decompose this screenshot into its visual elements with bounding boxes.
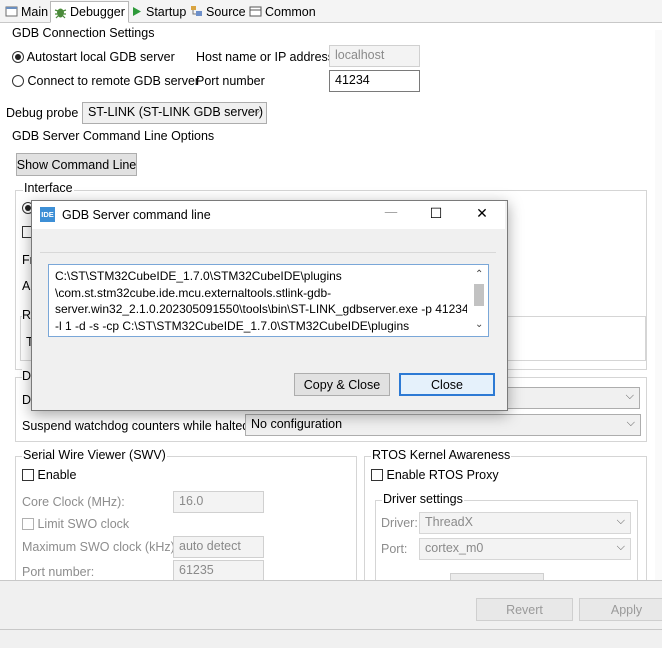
checkbox-icon	[22, 518, 34, 530]
driver-select[interactable]: ThreadX ⌵	[419, 512, 631, 534]
gdb-connection-title: GDB Connection Settings	[12, 26, 155, 40]
driver-label: Driver:	[381, 516, 418, 530]
command-line-text: C:\ST\STM32CubeIDE_1.7.0\STM32CubeIDE\pl…	[55, 268, 467, 334]
ide-icon-text: IDE	[41, 210, 54, 219]
tab-debugger-label: Debugger	[70, 5, 125, 19]
dialog-title-bar: IDE GDB Server command line — ☐ ✕	[32, 201, 505, 229]
swv-port-input[interactable]: 61235	[173, 560, 264, 582]
rtos-enable-checkbox[interactable]: Enable RTOS Proxy	[371, 468, 499, 482]
scroll-up-icon[interactable]: ⌃	[475, 269, 483, 280]
interface-label: Interface	[23, 181, 74, 195]
show-command-line-button[interactable]: Show Command Line	[16, 153, 137, 176]
copy-close-button[interactable]: Copy & Close	[294, 373, 390, 396]
common-tab-icon	[249, 5, 262, 18]
apply-button[interactable]: Apply	[579, 598, 662, 621]
tab-common[interactable]: Common	[246, 2, 319, 21]
driver-value: ThreadX	[425, 515, 473, 529]
scroll-thumb[interactable]	[474, 284, 484, 306]
chevron-down-icon: ⌵	[616, 515, 625, 527]
rtos-enable-label: Enable RTOS Proxy	[386, 468, 499, 482]
tab-source-label: Source	[206, 4, 246, 19]
limit-swo-label: Limit SWO clock	[37, 517, 130, 531]
maximize-icon[interactable]: ☐	[425, 205, 447, 225]
port-label: Port number	[196, 74, 265, 88]
dialog-divider	[40, 252, 496, 253]
bottom-bar: Revert Apply	[0, 580, 662, 648]
hidden-label-r: R	[22, 308, 32, 322]
max-swo-label: Maximum SWO clock (kHz):	[22, 540, 179, 554]
rtos-title: RTOS Kernel Awareness	[371, 448, 512, 462]
autostart-label: Autostart local GDB server	[26, 50, 175, 64]
core-clock-label: Core Clock (MHz):	[22, 495, 125, 509]
port-input[interactable]: 41234	[329, 70, 420, 92]
driver-settings-title: Driver settings	[382, 492, 464, 506]
chevron-down-icon: ⌵	[252, 105, 261, 117]
tab-common-label: Common	[265, 4, 316, 19]
remote-radio[interactable]: Connect to remote GDB server	[12, 74, 199, 88]
hidden-label-d1: D	[22, 369, 32, 383]
autostart-radio[interactable]: Autostart local GDB server	[12, 50, 175, 64]
debug-probe-value: ST-LINK (ST-LINK GDB server)	[88, 105, 264, 119]
dialog-title: GDB Server command line	[62, 208, 211, 222]
watchdog-value: No configuration	[251, 417, 343, 431]
command-line-3: server.win32_2.1.0.202305091550\tools\bi…	[55, 302, 467, 316]
chevron-down-icon: ⌵	[626, 417, 635, 429]
chevron-down-icon: ⌵	[625, 390, 634, 402]
radio-unselected-icon	[12, 75, 24, 87]
watchdog-select[interactable]: No configuration ⌵	[245, 414, 641, 436]
tab-main-label: Main	[21, 4, 49, 19]
server-options-title: GDB Server Command Line Options	[12, 129, 215, 143]
source-tab-icon	[190, 5, 203, 18]
debugger-tab-icon	[54, 6, 67, 19]
tab-bar: Main Debugger Startup Source Common	[0, 0, 662, 23]
vertical-scrollbar[interactable]	[655, 30, 662, 580]
close-icon[interactable]: ✕	[471, 205, 493, 225]
host-label: Host name or IP address	[196, 50, 335, 64]
command-line-2: \com.st.stm32cube.ide.mcu.externaltools.…	[55, 285, 332, 300]
tab-main[interactable]: Main	[2, 2, 51, 21]
debug-probe-select[interactable]: ST-LINK (ST-LINK GDB server) ⌵	[82, 102, 267, 124]
command-line-4: -l 1 -d -s -cp C:\ST\STM32CubeIDE_1.7.0\…	[55, 318, 410, 333]
swv-enable-checkbox[interactable]: Enable	[22, 468, 76, 482]
tab-startup[interactable]: Startup	[127, 2, 189, 21]
rtos-port-select[interactable]: cortex_m0 ⌵	[419, 538, 631, 560]
hidden-label-a: A	[22, 279, 31, 293]
radio-selected-icon	[12, 51, 24, 63]
command-line-textarea[interactable]: C:\ST\STM32CubeIDE_1.7.0\STM32CubeIDE\pl…	[48, 264, 489, 337]
tab-debugger[interactable]: Debugger	[50, 1, 129, 23]
revert-button[interactable]: Revert	[476, 598, 573, 621]
minimize-icon[interactable]: —	[380, 205, 402, 225]
tab-source[interactable]: Source	[187, 2, 249, 21]
debug-probe-label: Debug probe	[6, 106, 79, 120]
host-input[interactable]: localhost	[329, 45, 420, 67]
main-tab-icon	[5, 5, 18, 18]
divider	[0, 629, 662, 630]
tab-startup-label: Startup	[146, 4, 187, 19]
swv-port-label: Port number:	[22, 565, 95, 579]
chevron-down-icon: ⌵	[616, 541, 625, 553]
watchdog-label: Suspend watchdog counters while halted:	[22, 419, 253, 433]
swv-enable-label: Enable	[37, 468, 77, 482]
close-button[interactable]: Close	[399, 373, 495, 396]
remote-label: Connect to remote GDB server	[27, 74, 200, 88]
textarea-scrollbar[interactable]: ⌃ ⌄	[472, 267, 486, 334]
checkbox-icon	[371, 469, 383, 481]
command-line-1: C:\ST\STM32CubeIDE_1.7.0\STM32CubeIDE\pl…	[55, 269, 342, 283]
ide-app-icon: IDE	[40, 207, 55, 222]
rtos-port-value: cortex_m0	[425, 541, 484, 555]
swv-title: Serial Wire Viewer (SWV)	[22, 448, 167, 462]
core-clock-input[interactable]: 16.0	[173, 491, 264, 513]
startup-tab-icon	[130, 5, 143, 18]
rtos-port-label: Port:	[381, 542, 408, 556]
checkbox-icon	[22, 469, 34, 481]
limit-swo-checkbox[interactable]: Limit SWO clock	[22, 517, 129, 531]
scroll-down-icon[interactable]: ⌄	[475, 319, 483, 330]
hidden-label-d2: D	[22, 393, 32, 407]
gdb-server-dialog: IDE GDB Server command line — ☐ ✕ C:\ST\…	[31, 200, 508, 411]
max-swo-input[interactable]: auto detect	[173, 536, 264, 558]
